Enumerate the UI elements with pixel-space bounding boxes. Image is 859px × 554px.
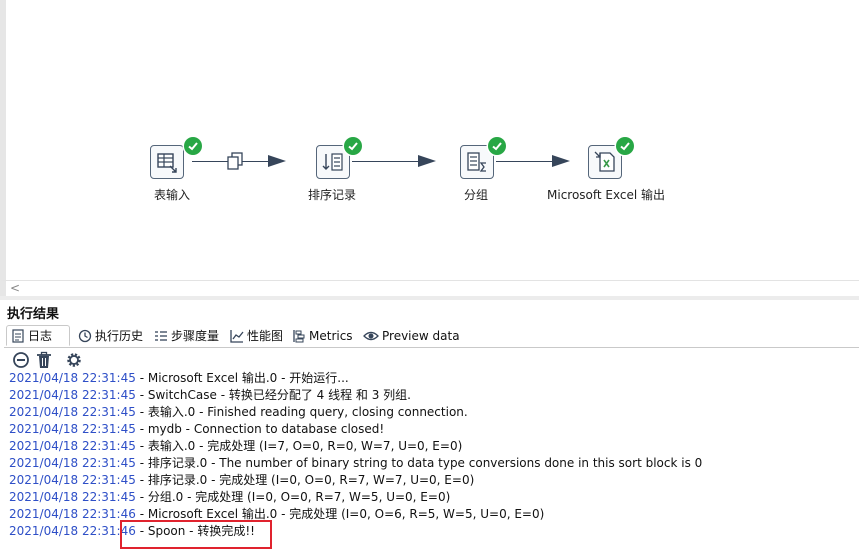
log-message: - mydb - Connection to database closed! (135, 422, 385, 436)
log-timestamp: 2021/04/18 22:31:45 (9, 405, 136, 419)
metrics-icon (292, 329, 306, 343)
tab-preview-data-label: Preview data (382, 328, 460, 343)
tab-log-label: 日志 (28, 329, 53, 343)
panel-splitter[interactable] (0, 296, 859, 300)
step-metrics-icon (154, 329, 168, 343)
tab-preview-data[interactable]: Preview data (359, 325, 461, 346)
log-message: - Microsoft Excel 输出.0 - 开始运行... (135, 371, 349, 385)
log-message: - 分组.0 - 完成处理 (I=0, O=0, R=7, W=5, U=0, … (135, 490, 451, 504)
group-by-icon (467, 152, 486, 172)
log-timestamp: 2021/04/18 22:31:45 (9, 388, 136, 402)
step-table-input[interactable] (150, 145, 184, 179)
sort-rows-icon (322, 153, 343, 171)
step-label-sort-rows: 排序记录 (308, 188, 357, 202)
log-timestamp: 2021/04/18 22:31:45 (9, 456, 136, 470)
log-icon (11, 328, 25, 343)
tab-step-metrics[interactable]: 步骤度量 (150, 325, 228, 346)
canvas-horizontal-scrollbar[interactable]: < (0, 280, 859, 296)
step-label-excel-output: Microsoft Excel 输出 (547, 188, 666, 202)
log-message: - SwitchCase - 转换已经分配了 4 线程 和 3 列组. (135, 388, 411, 402)
log-timestamp: 2021/04/18 22:31:45 (9, 473, 136, 487)
check-circle-icon (488, 137, 506, 155)
tab-performance-graph[interactable]: 性能图 (226, 325, 288, 346)
execution-results-title: 执行结果 (7, 307, 60, 322)
excel-output-icon (594, 151, 615, 172)
hop-arrow-icon (418, 155, 436, 167)
tab-metrics[interactable]: Metrics (288, 325, 360, 346)
annotation-highlight-box (120, 520, 272, 549)
table-input-icon (157, 153, 177, 173)
log-message: - 排序记录.0 - 完成处理 (I=0, O=0, R=7, W=7, U=0… (135, 473, 475, 487)
log-timestamp: 2021/04/18 22:31:46 (9, 507, 136, 521)
log-timestamp: 2021/04/18 22:31:46 (9, 524, 136, 538)
log-timestamp: 2021/04/18 22:31:45 (9, 439, 136, 453)
check-circle-icon (344, 137, 362, 155)
hop-sort-to-group[interactable] (352, 161, 420, 162)
log-row: 2021/04/18 22:31:45 - Microsoft Excel 输出… (9, 370, 859, 387)
step-label-table-input: 表输入 (154, 188, 191, 202)
check-circle-icon (184, 137, 202, 155)
log-row: 2021/04/18 22:31:45 - mydb - Connection … (9, 421, 859, 438)
hop-group-to-excel[interactable] (496, 161, 554, 162)
log-row: 2021/04/18 22:31:45 - 分组.0 - 完成处理 (I=0, … (9, 489, 859, 506)
log-message: - 排序记录.0 - The number of binary string t… (135, 456, 703, 470)
log-message: - Microsoft Excel 输出.0 - 完成处理 (I=0, O=6,… (135, 507, 545, 521)
tab-performance-graph-label: 性能图 (247, 329, 284, 343)
hop-arrow-icon (268, 155, 286, 167)
log-message: - 表输入.0 - Finished reading query, closin… (135, 405, 468, 419)
log-row: 2021/04/18 22:31:45 - 表输入.0 - 完成处理 (I=7,… (9, 438, 859, 455)
tab-log[interactable]: 日志 (6, 325, 70, 346)
tab-history[interactable]: 执行历史 (74, 325, 152, 346)
tab-history-label: 执行历史 (95, 329, 144, 343)
log-timestamp: 2021/04/18 22:31:45 (9, 371, 136, 385)
log-row: 2021/04/18 22:31:45 - 表输入.0 - Finished r… (9, 404, 859, 421)
log-output[interactable]: 2021/04/18 22:31:45 - Microsoft Excel 输出… (9, 370, 859, 540)
log-row: 2021/04/18 22:31:45 - 排序记录.0 - 完成处理 (I=0… (9, 472, 859, 489)
log-row: 2021/04/18 22:31:45 - SwitchCase - 转换已经分… (9, 387, 859, 404)
scroll-left-icon[interactable]: < (10, 281, 20, 295)
log-timestamp: 2021/04/18 22:31:45 (9, 422, 136, 436)
tab-step-metrics-label: 步骤度量 (171, 329, 220, 343)
log-timestamp: 2021/04/18 22:31:45 (9, 490, 136, 504)
tab-metrics-label: Metrics (309, 328, 353, 343)
copy-rows-icon (227, 152, 245, 174)
preview-eye-icon (363, 329, 379, 343)
results-tab-bar: 日志 执行历史 步骤度量 性能图 Metrics Preview data (4, 325, 859, 348)
performance-graph-icon (230, 329, 244, 343)
hop-arrow-icon (552, 155, 570, 167)
step-label-group-by: 分组 (464, 188, 489, 202)
check-circle-icon (616, 137, 634, 155)
log-row: 2021/04/18 22:31:45 - 排序记录.0 - The numbe… (9, 455, 859, 472)
history-icon (78, 329, 92, 343)
transformation-canvas[interactable]: 表输入 排序记录 分组 Microsoft Excel 输出 (0, 0, 859, 280)
log-message: - 表输入.0 - 完成处理 (I=7, O=0, R=0, W=7, U=0,… (135, 439, 463, 453)
